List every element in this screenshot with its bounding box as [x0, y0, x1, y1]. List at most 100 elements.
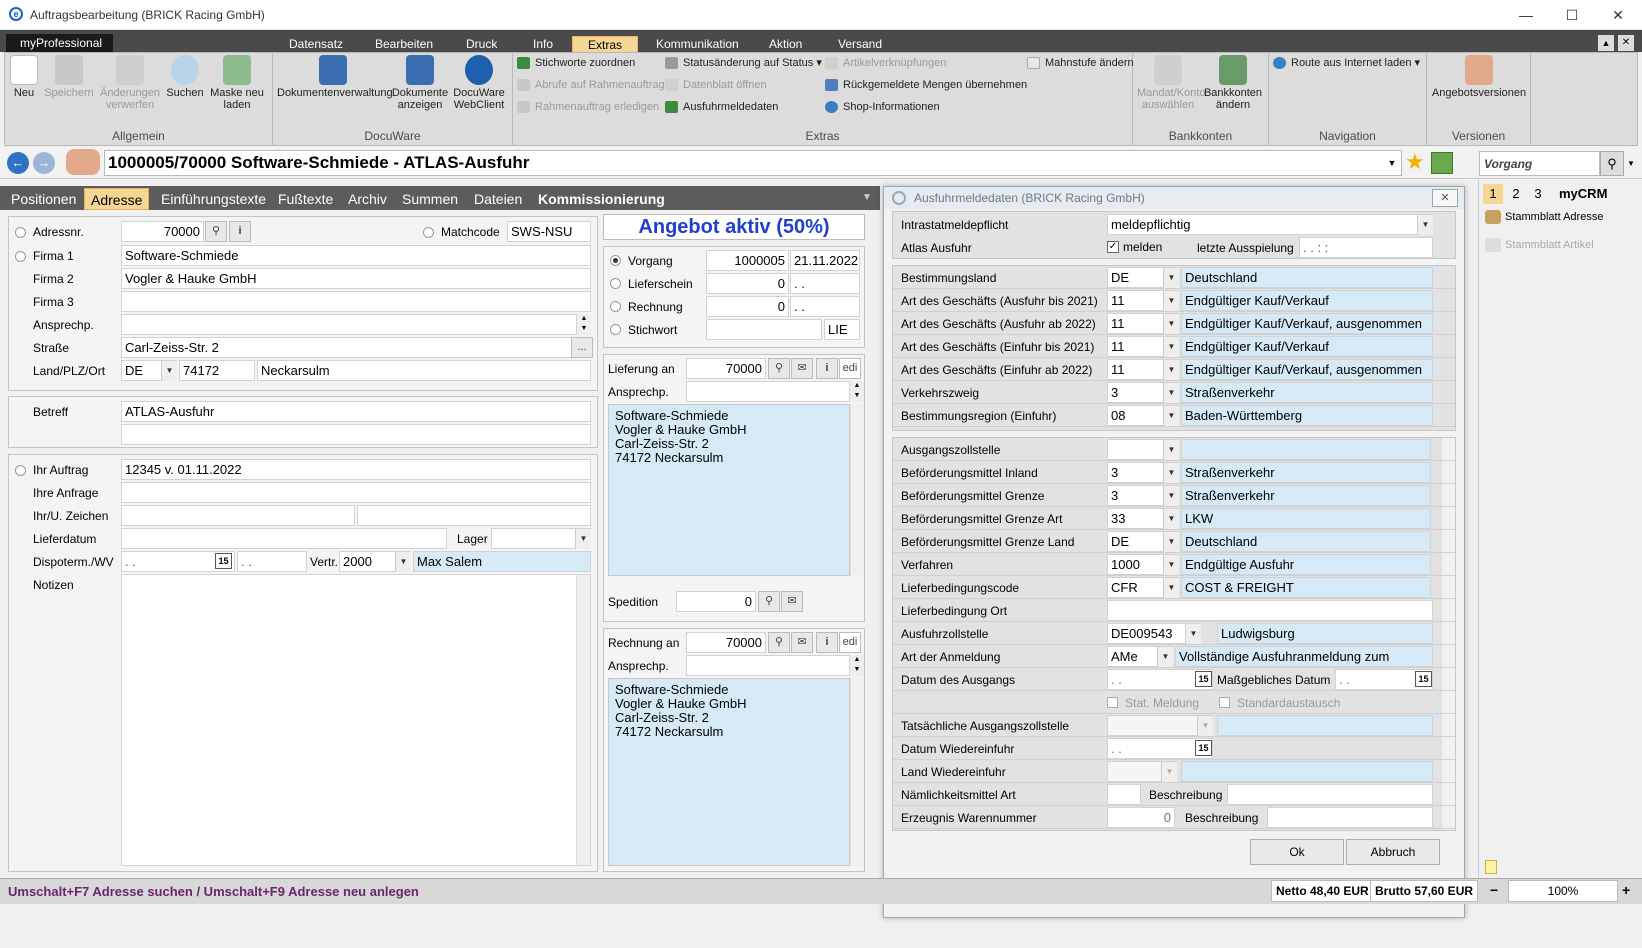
edi-button[interactable]: edi [839, 358, 861, 379]
favorite-star-icon[interactable]: ★ [1405, 150, 1429, 176]
chevron-down-icon[interactable]: ▼ [161, 361, 177, 381]
search-icon[interactable]: ⚲ [768, 358, 790, 379]
calendar-icon[interactable]: 15 [1415, 671, 1432, 687]
mahnstufe-aendern-button[interactable]: Mahnstufe ändern [1027, 55, 1134, 71]
info-icon[interactable]: i [229, 221, 251, 242]
tab-adresse[interactable]: Adresse [84, 188, 150, 210]
chevron-down-icon[interactable]: ▼ [1163, 314, 1179, 334]
calendar-icon[interactable]: 15 [215, 553, 232, 569]
ort-field[interactable]: Neckarsulm [257, 360, 591, 381]
stat-meldung-checkbox[interactable] [1107, 697, 1118, 708]
notizen-scrollbar[interactable] [576, 575, 590, 865]
dokumente-anzeigen-button[interactable]: Dokumente anzeigen [391, 55, 449, 111]
firma2-field[interactable]: Vogler & Hauke GmbH [121, 268, 591, 289]
naemlich-beschreibung-field[interactable] [1227, 784, 1433, 805]
tab-kommissionierung[interactable]: Kommissionierung [532, 188, 671, 210]
route-laden-button[interactable]: Route aus Internet laden ▾ [1273, 55, 1420, 71]
app-menu-tab[interactable]: myProfessional [6, 34, 113, 52]
more-icon[interactable]: ... [571, 337, 593, 358]
lieferung-address[interactable]: Software-Schmiede Vogler & Hauke GmbH Ca… [608, 404, 850, 576]
ansprech-field[interactable] [121, 314, 577, 335]
calendar-icon[interactable]: 15 [1195, 740, 1212, 756]
chevron-down-icon[interactable]: ▼ [1163, 463, 1179, 483]
vorgang-date[interactable]: 21.11.2022 [790, 250, 860, 271]
stichwort-field[interactable] [706, 319, 822, 340]
chevron-down-icon[interactable]: ▼ [1197, 716, 1213, 736]
lieferort-field[interactable] [1107, 600, 1433, 621]
chevron-down-icon[interactable]: ▼ [1163, 486, 1179, 506]
info-icon[interactable]: i [816, 358, 838, 379]
chevron-down-icon[interactable]: ▼ [1163, 268, 1179, 288]
address-book-icon[interactable]: ✉ [781, 591, 803, 612]
matchcode-radio[interactable] [423, 227, 434, 238]
search-button[interactable]: Suchen [165, 55, 205, 99]
edi-button[interactable]: edi [839, 632, 861, 653]
strasse-field[interactable]: Carl-Zeiss-Str. 2 [121, 337, 573, 358]
chevron-down-icon[interactable]: ▼ [1624, 151, 1638, 176]
matchcode-field[interactable]: SWS-NSU [507, 221, 591, 242]
chevron-down-icon[interactable]: ▼ [1157, 647, 1173, 667]
unser-zeichen-field[interactable] [357, 505, 591, 526]
ribbon-tab-info[interactable]: Info [527, 36, 559, 52]
tab-einfuehrungstexte[interactable]: Einführungstexte [155, 188, 272, 210]
abrufe-rahmenauftrag-button[interactable]: Abrufe auf Rahmenauftrag [517, 77, 665, 93]
ausfuhrmeldedaten-button[interactable]: Ausfuhrmeldedaten [665, 99, 778, 115]
adressnr-radio[interactable] [15, 227, 26, 238]
firma1-field[interactable]: Software-Schmiede [121, 245, 591, 266]
ihr-zeichen-field[interactable] [121, 505, 355, 526]
chevron-down-icon[interactable]: ▼ [1163, 291, 1179, 311]
auftrag-radio[interactable] [15, 465, 26, 476]
discard-button[interactable]: Änderungen verwerfen [99, 55, 161, 111]
wv-date-field[interactable]: . . [237, 551, 307, 572]
stammblatt-adresse-item[interactable]: Stammblatt Adresse [1483, 208, 1639, 228]
tab-fusstexte[interactable]: Fußtexte [272, 188, 339, 210]
minimize-icon[interactable]: — [1506, 4, 1546, 26]
tab-archiv[interactable]: Archiv [342, 188, 393, 210]
zoom-out-icon[interactable]: − [1490, 882, 1498, 898]
letzte-ausspielung-field[interactable]: . . : : [1299, 237, 1433, 258]
artikelverknuepfungen-button[interactable]: Artikelverknüpfungen [825, 55, 946, 71]
chevron-down-icon[interactable]: ▼ [575, 529, 591, 549]
notizen-textarea[interactable] [121, 574, 591, 866]
lieferschein-date[interactable]: . . [790, 273, 860, 294]
note-icon[interactable] [1485, 860, 1497, 874]
chevron-down-icon[interactable]: ▼ [1417, 215, 1433, 235]
maximize-icon[interactable]: ☐ [1552, 4, 1592, 26]
lieferdatum-field[interactable] [121, 528, 447, 549]
chevron-down-icon[interactable]: ▼ [1163, 337, 1179, 357]
shop-informationen-button[interactable]: Shop-Informationen [825, 99, 940, 115]
melden-checkbox[interactable]: ✓ [1107, 241, 1119, 253]
close-icon[interactable]: ✕ [1598, 4, 1638, 26]
datenblatt-oeffnen-button[interactable]: Datenblatt öffnen [665, 77, 767, 93]
chevron-down-icon[interactable]: ▼ [1163, 406, 1179, 426]
plz-field[interactable]: 74172 [179, 360, 255, 381]
search-icon[interactable]: ⚲ [205, 221, 227, 242]
chart-icon[interactable] [1431, 152, 1453, 174]
rechnung-date[interactable]: . . [790, 296, 860, 317]
spinner-icon[interactable]: ▲ ▼ [850, 655, 864, 676]
rueckgemeldete-mengen-button[interactable]: Rückgemeldete Mengen übernehmen [825, 77, 1027, 93]
search-icon[interactable]: ⚲ [768, 632, 790, 653]
reload-mask-button[interactable]: Maske neu laden [209, 55, 265, 111]
forward-icon[interactable]: → [33, 152, 55, 174]
dokumentenverwaltung-button[interactable]: Dokumentenverwaltung [277, 55, 393, 99]
chevron-down-icon[interactable]: ▼ [1161, 762, 1177, 782]
rechnung-number[interactable]: 0 [706, 296, 789, 317]
bankkonten-aendern-button[interactable]: Bankkonten ändern [1203, 55, 1263, 111]
back-icon[interactable]: ← [7, 152, 29, 174]
stichwort-radio[interactable] [610, 324, 621, 335]
tab-positionen[interactable]: Positionen [5, 188, 82, 210]
rechnung-radio[interactable] [610, 301, 621, 312]
stichworte-zuordnen-button[interactable]: Stichworte zuordnen [517, 55, 635, 71]
rechnung-ansprech-field[interactable] [686, 655, 850, 676]
lieferung-field[interactable]: 70000 [686, 358, 766, 379]
vorgang-radio[interactable] [610, 255, 621, 266]
standardaustausch-checkbox[interactable] [1219, 697, 1230, 708]
ribbon-collapse-icon[interactable]: ▲ [1598, 35, 1614, 51]
adressnr-field[interactable]: 70000 [121, 221, 204, 242]
chevron-down-icon[interactable]: ▼ [1163, 440, 1179, 460]
ribbon-tab-aktion[interactable]: Aktion [763, 36, 808, 52]
tab-overflow-icon[interactable]: ▼ [862, 192, 872, 203]
new-button[interactable]: Neu [9, 55, 39, 99]
abbruch-button[interactable]: Abbruch [1346, 839, 1440, 865]
